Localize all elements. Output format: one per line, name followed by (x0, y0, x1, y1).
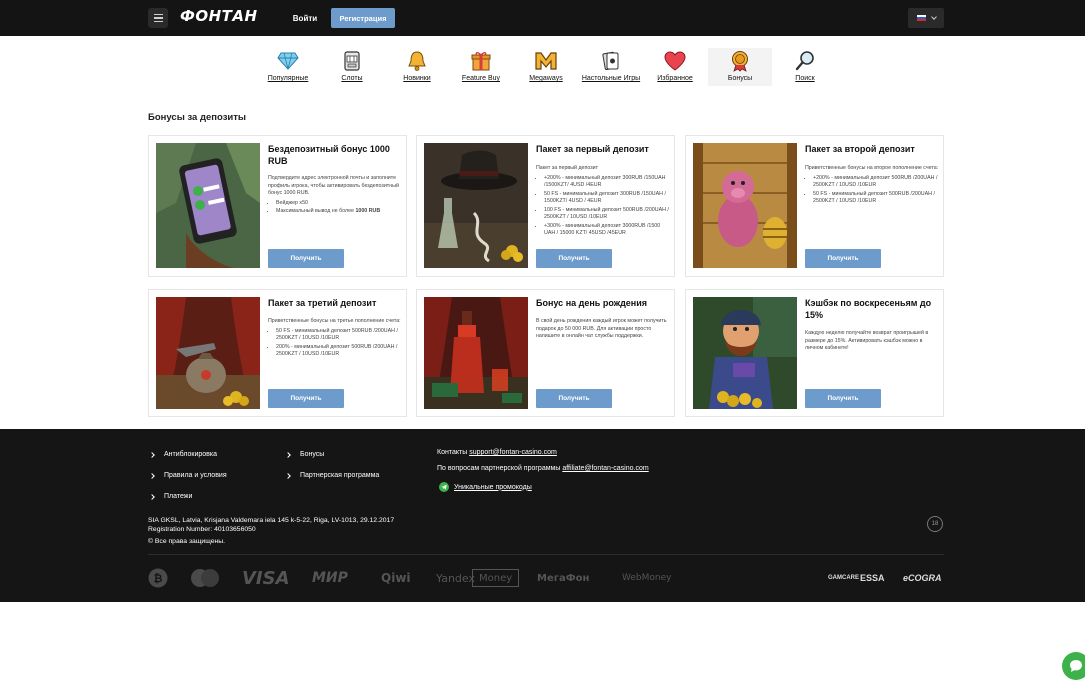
get-bonus-button[interactable]: Получить (805, 249, 881, 268)
card-description: Каждую неделю получайте возврат проигрыш… (805, 330, 929, 351)
footer-link-payments[interactable]: Платежи (149, 493, 192, 500)
chevron-right-icon (149, 451, 155, 458)
card-image-phone (156, 143, 260, 268)
qiwi-logo: Qiwi (381, 571, 411, 585)
card-description: В свой день рождения каждый игрок может … (536, 318, 667, 339)
cat-slots[interactable]: Слоты (334, 48, 370, 86)
mir-logo: МИР (312, 570, 348, 586)
cat-bonuses[interactable]: Бонусы (708, 48, 772, 86)
get-bonus-button[interactable]: Получить (536, 249, 612, 268)
chevron-right-icon (149, 493, 155, 500)
chevron-right-icon (149, 472, 155, 479)
get-bonus-button[interactable]: Получить (536, 389, 612, 408)
essa-logo: ESSA (860, 573, 885, 583)
copyright: © Все права защищены. (148, 538, 226, 545)
footer-promo[interactable]: Уникальные промокоды (439, 482, 532, 492)
footer-partner-contacts: По вопросам партнерской программы affili… (437, 465, 649, 472)
chevron-down-icon (930, 14, 937, 20)
cat-table-games[interactable]: Настольные Игры (580, 48, 642, 86)
cat-new[interactable]: Новинки (396, 48, 438, 86)
get-bonus-button[interactable]: Получить (268, 389, 344, 408)
ecogra-logo: eCOGRA (903, 573, 942, 583)
svg-text:₿: ₿ (154, 572, 163, 585)
footer-link-antiblock[interactable]: Антиблокировка (149, 451, 217, 458)
site-logo[interactable]: ФОНТАН (180, 7, 258, 25)
category-nav: Популярные Слоты Новинки Feature Buy Meg… (258, 48, 828, 86)
gamcare-logo: GAMCARE (828, 575, 859, 581)
cat-favorites[interactable]: Избранное (656, 48, 694, 86)
bonus-card-second-deposit: Пакет за второй депозит Приветственные б… (685, 135, 944, 277)
cat-megaways[interactable]: Megaways (526, 48, 566, 86)
bonus-card-cashback: Кэшбэк по воскресеньям до 15% Каждую нед… (685, 289, 944, 417)
visa-logo: VISA (242, 567, 290, 589)
yandex-logo: Yandex (436, 571, 475, 585)
slot-machine-icon (341, 50, 363, 72)
search-icon (794, 50, 816, 72)
card-image-pig-toy (693, 143, 797, 268)
mastercard-icon (188, 569, 222, 587)
yandex-money-logo: Money (472, 569, 520, 587)
affiliate-email-link[interactable]: affiliate@fontan-casino.com (562, 465, 648, 472)
diamond-icon (277, 50, 299, 72)
register-button[interactable]: Регистрация (331, 8, 395, 28)
card-image-bottle (424, 297, 528, 409)
chat-icon (1070, 660, 1082, 672)
card-title: Бонус на день рождения (536, 298, 648, 308)
footer-link-partners[interactable]: Партнерская программа (285, 472, 379, 479)
bonus-card-first-deposit: Пакет за первый депозит Пакет за первый … (416, 135, 675, 277)
card-description: Приветственные бонусы на второе пополнен… (805, 165, 939, 207)
login-button[interactable]: Войти (286, 8, 324, 28)
megafon-logo: МегаФон (537, 572, 590, 584)
bonus-card-third-deposit: Пакет за третий депозит Приветственные б… (148, 289, 407, 417)
legal-info: SIA GKSL, Latvia, Krisjana Valdemara iel… (148, 517, 395, 533)
language-selector[interactable] (908, 8, 944, 28)
menu-button[interactable] (148, 8, 168, 28)
russian-flag-icon (916, 15, 926, 21)
bonus-card-birthday: Бонус на день рождения В свой день рожде… (416, 289, 675, 417)
cat-search[interactable]: Поиск (790, 48, 820, 86)
site-footer: Антиблокировка Правила и условия Платежи… (0, 429, 1085, 602)
card-title: Кэшбэк по воскресеньям до 15% (805, 298, 932, 320)
cards-icon (600, 50, 622, 72)
gift-icon (470, 50, 492, 72)
telegram-icon (439, 482, 449, 492)
card-title: Пакет за первый депозит (536, 144, 649, 154)
live-chat-button[interactable] (1062, 652, 1085, 680)
bonus-card-no-deposit: Бездепозитный бонус 1000 RUB Подтвердите… (148, 135, 407, 277)
bitcoin-icon: ₿ (148, 568, 168, 588)
top-header: ФОНТАН Войти Регистрация (0, 0, 1085, 36)
footer-contacts: Контакты support@fontan-casino.com (437, 449, 557, 456)
chevron-right-icon (285, 472, 291, 479)
card-description: Пакет за первый депозит +200% - минималь… (536, 165, 670, 239)
bell-icon (406, 50, 428, 72)
get-bonus-button[interactable]: Получить (805, 389, 881, 408)
card-title: Бездепозитный бонус 1000 RUB (268, 144, 390, 166)
cat-feature-buy[interactable]: Feature Buy (458, 48, 504, 86)
card-image-detective (424, 143, 528, 268)
card-image-money-bag (156, 297, 260, 409)
heart-icon (664, 50, 686, 72)
footer-divider (148, 554, 944, 555)
footer-link-terms[interactable]: Правила и условия (149, 472, 227, 479)
footer-link-bonuses[interactable]: Бонусы (285, 451, 324, 458)
cat-popular[interactable]: Популярные (258, 48, 318, 86)
webmoney-logo: WebMoney (622, 573, 672, 583)
support-email-link[interactable]: support@fontan-casino.com (469, 449, 557, 456)
card-image-dwarf (693, 297, 797, 409)
get-bonus-button[interactable]: Получить (268, 249, 344, 268)
chevron-right-icon (285, 451, 291, 458)
card-description: Подтвердите адрес электронной почты и за… (268, 175, 402, 217)
card-description: Приветственные бонусы на третье пополнен… (268, 318, 402, 360)
card-title: Пакет за третий депозит (268, 298, 377, 308)
card-title: Пакет за второй депозит (805, 144, 915, 154)
age-18-badge: 18 (927, 516, 943, 532)
bonus-medal-icon (729, 50, 751, 72)
megaways-icon (535, 50, 557, 72)
section-title: Бонусы за депозиты (148, 112, 247, 123)
hamburger-icon (153, 13, 163, 16)
